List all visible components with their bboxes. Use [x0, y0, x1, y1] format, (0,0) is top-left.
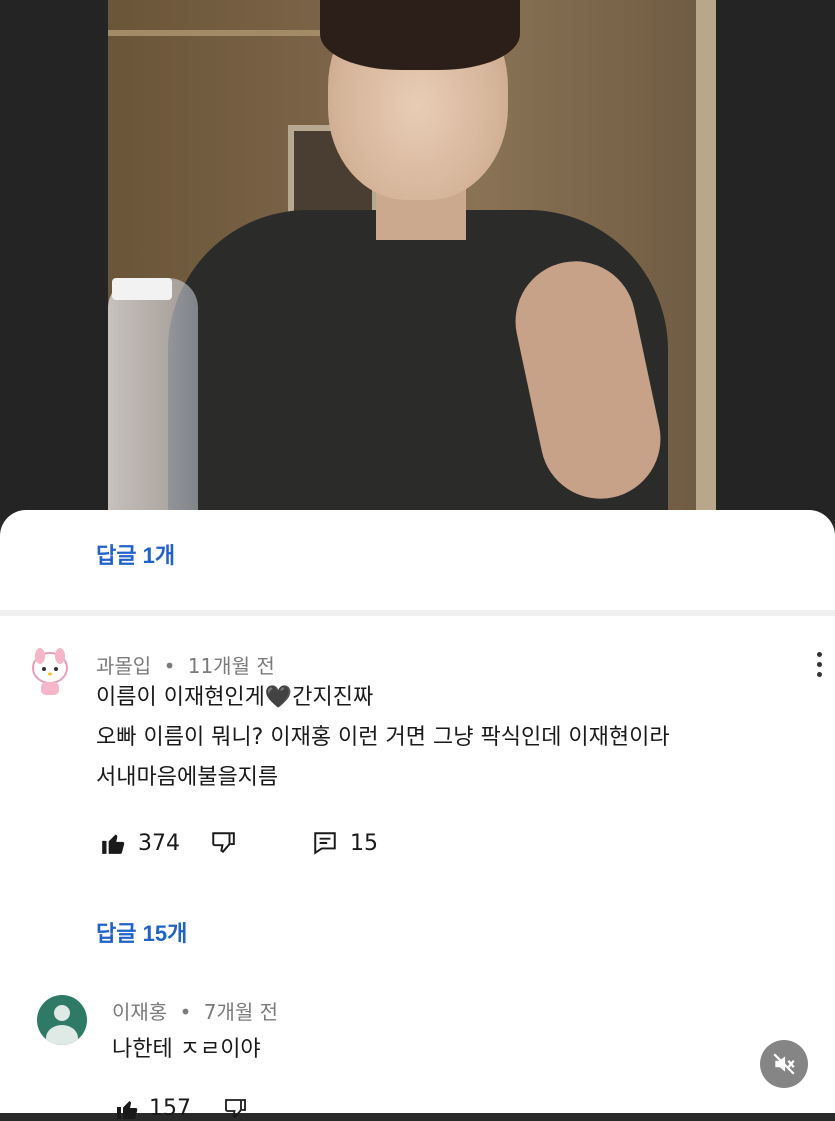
reply-icon: [314, 832, 336, 855]
comment2-time: 7개월 전: [203, 1000, 279, 1024]
like-icon: [117, 1100, 138, 1119]
section-divider: [0, 610, 835, 616]
meta-separator: •: [163, 654, 176, 678]
reply-count: 15: [350, 830, 378, 856]
comment2-author[interactable]: 이재홍: [112, 1000, 167, 1024]
like-button[interactable]: 157: [115, 1096, 191, 1121]
video-area: [0, 0, 835, 520]
comment1-line: 서내마음에불을지름: [96, 765, 279, 790]
comment2-actions: 157: [115, 1096, 247, 1121]
like-button[interactable]: 374: [100, 830, 180, 856]
bottle-cap: [112, 278, 172, 300]
water-bottle: [108, 278, 198, 510]
comment1-actions: 374 15: [100, 830, 378, 856]
comment1-line: 이름이 이재현인게🖤간지진짜: [96, 685, 374, 710]
like-count: 374: [138, 830, 180, 856]
mute-icon: [773, 1053, 795, 1075]
comment1-line: 오빠 이름이 뭐니? 이재홍 이런 거면 그냥 팍식인데 이재현이라: [96, 725, 670, 750]
comment1-meta: 과몰입 • 11개월 전: [96, 650, 275, 679]
dislike-button[interactable]: [223, 1097, 247, 1121]
comment1-time: 11개월 전: [187, 654, 275, 678]
door-frame: [696, 0, 716, 510]
comment1-author[interactable]: 과몰입: [96, 654, 151, 678]
like-icon: [102, 834, 125, 854]
reply-button[interactable]: 15: [312, 830, 378, 856]
video-frame[interactable]: [108, 0, 716, 510]
dislike-icon: [225, 1098, 246, 1118]
wall-trim: [108, 30, 328, 36]
comment1-body: 이름이 이재현인게🖤간지진짜 오빠 이름이 뭐니? 이재홍 이런 거면 그냥 팍…: [96, 678, 816, 798]
avatar-melody-icon[interactable]: [28, 648, 72, 698]
comment2-meta: 이재홍 • 7개월 전: [112, 996, 278, 1025]
mute-button[interactable]: [760, 1040, 808, 1088]
view-replies-link[interactable]: 답글 15개: [96, 916, 187, 948]
dislike-button[interactable]: [210, 830, 236, 856]
comment2-body: 나한테 ㅈㄹ이야: [112, 1037, 261, 1062]
meta-separator: •: [179, 1000, 192, 1024]
person-hair: [320, 0, 520, 70]
dislike-icon: [212, 832, 235, 853]
like-count: 157: [149, 1096, 191, 1121]
view-replies-link-top[interactable]: 답글 1개: [96, 538, 175, 570]
avatar-default-icon[interactable]: [37, 995, 87, 1045]
